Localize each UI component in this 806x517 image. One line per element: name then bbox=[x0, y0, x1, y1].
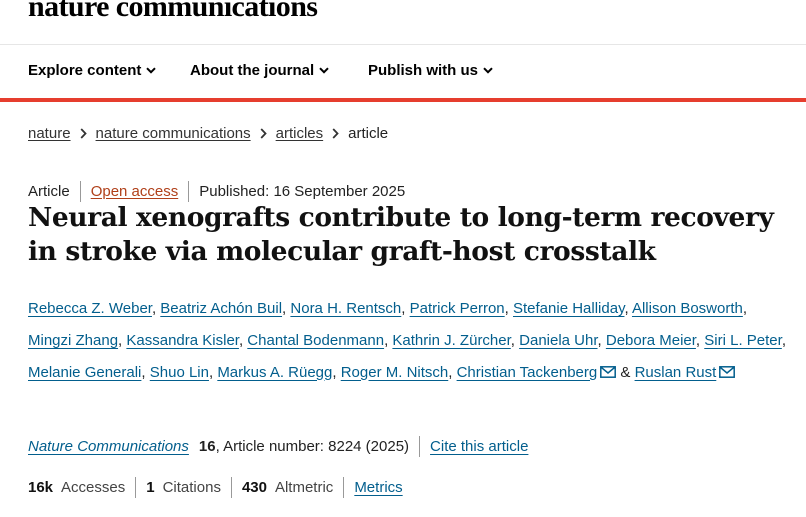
site-header: nature communications bbox=[0, 0, 806, 45]
nav-explore-content[interactable]: Explore content bbox=[28, 62, 157, 79]
author-link[interactable]: Allison Bosworth bbox=[632, 300, 743, 317]
header-accent-rule bbox=[0, 98, 806, 102]
author-link[interactable]: Nora H. Rentsch bbox=[290, 300, 401, 317]
author-separator: , bbox=[695, 331, 705, 349]
nav-label: About the journal bbox=[190, 62, 315, 79]
breadcrumb-current: article bbox=[348, 125, 389, 142]
breadcrumb-nature[interactable]: nature bbox=[28, 125, 71, 142]
meta-divider bbox=[188, 181, 190, 202]
chevron-down-icon bbox=[319, 67, 329, 74]
chevron-down-icon bbox=[483, 67, 493, 74]
meta-divider bbox=[79, 181, 81, 202]
main-nav: Explore content About the journal Publis… bbox=[0, 44, 806, 98]
author-link[interactable]: Siri L. Peter bbox=[704, 332, 782, 349]
open-access-link[interactable]: Open access bbox=[91, 183, 179, 200]
nav-label: Explore content bbox=[28, 62, 142, 79]
metrics-divider bbox=[135, 477, 137, 498]
volume: 16 bbox=[198, 438, 216, 455]
mail-icon[interactable] bbox=[719, 358, 736, 390]
breadcrumb-nature-communications[interactable]: nature communications bbox=[96, 125, 251, 142]
metrics-divider bbox=[230, 477, 232, 498]
author-separator: , bbox=[624, 300, 632, 317]
author-link[interactable]: Debora Meier bbox=[606, 332, 696, 349]
author-separator: , bbox=[141, 363, 150, 381]
accesses-count: 16k bbox=[28, 479, 54, 496]
author-separator: , bbox=[781, 331, 786, 349]
author-link[interactable]: Kathrin J. Zürcher bbox=[392, 332, 510, 349]
chevron-right-icon bbox=[260, 128, 267, 139]
author-link[interactable]: Daniela Uhr bbox=[519, 332, 597, 349]
author-separator: , bbox=[742, 300, 748, 317]
citations-label: Citations bbox=[162, 479, 221, 496]
author-link[interactable]: Mingzi Zhang bbox=[28, 332, 118, 349]
article-metrics: 16k Accesses 1 Citations 430 Altmetric M… bbox=[28, 477, 403, 498]
author-link[interactable]: Melanie Generali bbox=[28, 364, 141, 381]
mail-icon[interactable] bbox=[600, 358, 617, 390]
author-link[interactable]: Stefanie Halliday bbox=[513, 300, 624, 317]
author-link[interactable]: Kassandra Kisler bbox=[126, 332, 239, 349]
altmetric-score: 430 bbox=[241, 479, 267, 496]
citation-divider bbox=[419, 436, 421, 457]
author-separator: , bbox=[504, 300, 513, 317]
chevron-right-icon bbox=[80, 128, 87, 139]
article-number: , Article number: 8224 (2025) bbox=[215, 438, 410, 455]
article-meta: Article Open access Published: 16 Septem… bbox=[28, 181, 405, 202]
nav-about-journal[interactable]: About the journal bbox=[190, 62, 329, 79]
nav-publish-with-us[interactable]: Publish with us bbox=[368, 62, 493, 79]
author-link[interactable]: Patrick Perron bbox=[410, 300, 505, 317]
author-link[interactable]: Chantal Bodenmann bbox=[247, 332, 384, 349]
author-link[interactable]: Roger M. Nitsch bbox=[341, 364, 449, 381]
author-separator: , bbox=[510, 331, 520, 349]
chevron-down-icon bbox=[146, 67, 157, 74]
citations-count: 1 bbox=[146, 479, 155, 496]
citation-line: Nature Communications 16 , Article numbe… bbox=[28, 436, 528, 457]
author-separator: , bbox=[597, 331, 606, 349]
published-date: Published: 16 September 2025 bbox=[199, 183, 406, 200]
article-title: Neural xenografts contribute to long-ter… bbox=[28, 202, 774, 267]
metrics-divider bbox=[343, 477, 345, 498]
site-logo[interactable]: nature communications bbox=[28, 0, 318, 24]
author-link[interactable]: Shuo Lin bbox=[150, 364, 209, 381]
author-list: Rebecca Z. Weber, Beatriz Achón Buil, No… bbox=[28, 293, 788, 389]
author-link[interactable]: Beatriz Achón Buil bbox=[160, 300, 282, 317]
article-type: Article bbox=[28, 183, 70, 200]
author-separator: , bbox=[332, 363, 341, 381]
chevron-right-icon bbox=[332, 128, 339, 139]
nav-label: Publish with us bbox=[368, 62, 479, 79]
cite-this-article-link[interactable]: Cite this article bbox=[430, 438, 528, 455]
author-joiner: & bbox=[616, 363, 635, 381]
author-separator: , bbox=[448, 363, 457, 381]
breadcrumb: nature nature communications articles ar… bbox=[28, 125, 388, 142]
breadcrumb-articles[interactable]: articles bbox=[276, 125, 324, 142]
journal-link[interactable]: Nature Communications bbox=[28, 438, 189, 455]
author-separator: , bbox=[401, 300, 410, 317]
metrics-link[interactable]: Metrics bbox=[354, 479, 402, 496]
author-link[interactable]: Rebecca Z. Weber bbox=[28, 300, 152, 317]
altmetric-label: Altmetric bbox=[274, 479, 334, 496]
accesses-label: Accesses bbox=[61, 479, 126, 496]
author-link[interactable]: Markus A. Rüegg bbox=[217, 364, 332, 381]
author-link[interactable]: Christian Tackenberg bbox=[457, 364, 598, 381]
author-link[interactable]: Ruslan Rust bbox=[635, 364, 717, 381]
